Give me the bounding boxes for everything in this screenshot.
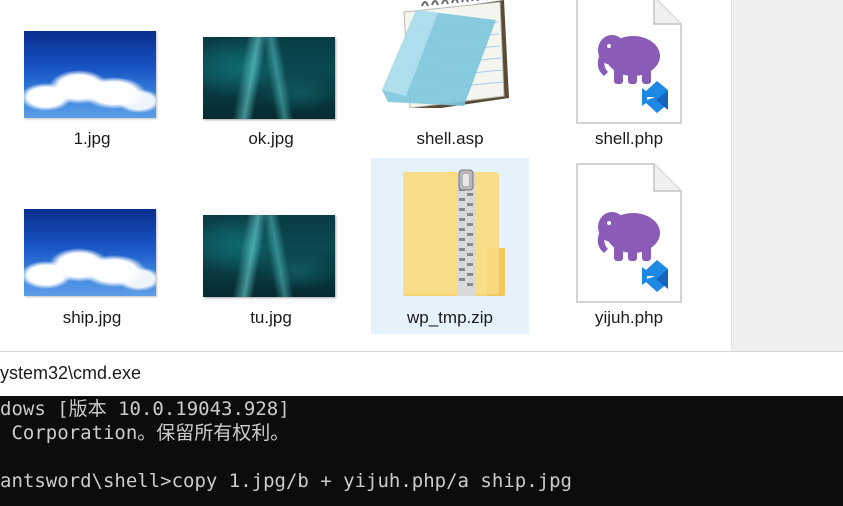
cave-photo-thumbnail: [203, 215, 335, 297]
console-line: dows [版本 10.0.19043.928]: [0, 398, 290, 420]
file-item-1-jpg[interactable]: 1.jpg: [13, 0, 171, 158]
file-name: ok.jpg: [248, 129, 294, 148]
notepad-icon: [382, 0, 509, 108]
file-item-wp-tmp-zip[interactable]: wp_tmp.zip: [371, 158, 529, 334]
file-item-yijuh-php[interactable]: yijuh.php: [550, 158, 708, 334]
cmd-window-titlebar[interactable]: ystem32\cmd.exe: [0, 351, 843, 397]
cmd-window-title: ystem32\cmd.exe: [0, 363, 142, 383]
console-command-line: antsword\shell>copy 1.jpg/b + yijuh.php/…: [0, 470, 572, 492]
file-name: shell.php: [594, 129, 664, 148]
php-vscode-file-icon: [576, 163, 682, 303]
php-vscode-file-icon: [576, 0, 682, 124]
file-name: shell.asp: [416, 129, 484, 148]
cave-photo-thumbnail: [203, 37, 335, 119]
cmd-console-output[interactable]: dows [版本 10.0.19043.928] Corporation。保留所…: [0, 396, 843, 506]
file-name: tu.jpg: [250, 308, 292, 327]
file-explorer-view: 1.jpg ok.jpg shell.asp shell.php ship.jp…: [0, 0, 843, 351]
sky-photo-thumbnail: [24, 209, 156, 296]
file-name: ship.jpg: [62, 308, 122, 327]
file-item-tu-jpg[interactable]: tu.jpg: [192, 158, 350, 334]
sky-photo-thumbnail: [24, 31, 156, 118]
file-item-shell-php[interactable]: shell.php: [550, 0, 708, 158]
zip-folder-icon: [403, 169, 505, 296]
explorer-right-gutter: [731, 0, 843, 351]
file-name: yijuh.php: [594, 308, 664, 327]
file-item-shell-asp[interactable]: shell.asp: [371, 0, 529, 158]
file-item-ok-jpg[interactable]: ok.jpg: [192, 0, 350, 158]
console-line: Corporation。保留所有权利。: [0, 422, 290, 444]
file-item-ship-jpg[interactable]: ship.jpg: [13, 158, 171, 334]
file-name: 1.jpg: [73, 129, 111, 148]
file-name: wp_tmp.zip: [407, 308, 493, 327]
